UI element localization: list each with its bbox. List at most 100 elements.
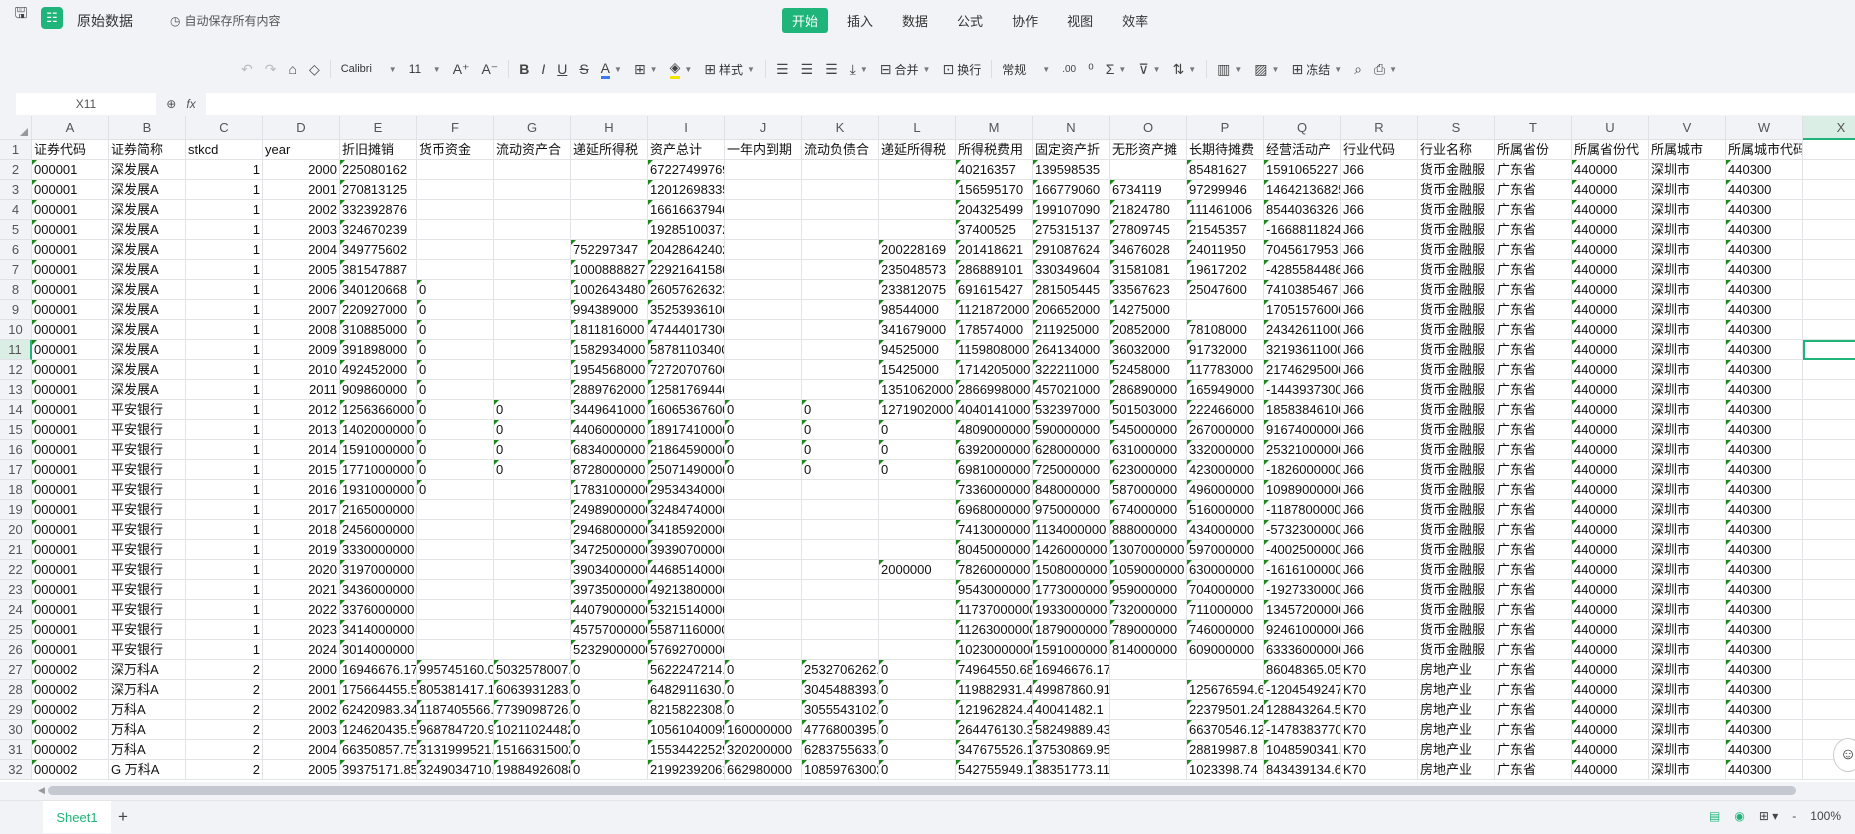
table-cell[interactable]: 1954568000 bbox=[571, 360, 648, 380]
zoom-out-button[interactable]: - bbox=[1792, 809, 1796, 823]
table-cell[interactable] bbox=[494, 640, 571, 660]
table-cell[interactable]: 平安银行 bbox=[109, 540, 186, 560]
table-cell[interactable]: 广东省 bbox=[1495, 680, 1572, 700]
column-header-s[interactable]: S bbox=[1418, 116, 1495, 140]
table-cell[interactable]: 货币金融服 bbox=[1418, 240, 1495, 260]
table-cell[interactable]: 深圳市 bbox=[1649, 700, 1726, 720]
table-cell[interactable]: 975000000 bbox=[1033, 500, 1110, 520]
table-cell[interactable]: 3131999521. bbox=[417, 740, 494, 760]
table-cell[interactable] bbox=[1803, 320, 1855, 340]
table-cell[interactable] bbox=[1803, 440, 1855, 460]
table-cell[interactable]: 440300 bbox=[1726, 700, 1803, 720]
table-cell[interactable]: 深圳市 bbox=[1649, 160, 1726, 180]
table-cell[interactable]: 91674000000 bbox=[1264, 420, 1341, 440]
table-cell[interactable]: 295343400000 bbox=[648, 480, 725, 500]
table-cell[interactable]: 62420983.34 bbox=[340, 700, 417, 720]
table-cell[interactable]: 6968000000 bbox=[956, 500, 1033, 520]
table-cell[interactable] bbox=[802, 180, 879, 200]
table-cell[interactable] bbox=[802, 280, 879, 300]
table-cell[interactable] bbox=[1110, 700, 1187, 720]
table-cell[interactable]: 平安银行 bbox=[109, 500, 186, 520]
table-cell[interactable]: 199107090 bbox=[1033, 200, 1110, 220]
table-cell[interactable]: 深圳市 bbox=[1649, 260, 1726, 280]
table-cell[interactable] bbox=[879, 220, 956, 240]
table-cell[interactable]: 66350857.75 bbox=[340, 740, 417, 760]
row-header-12[interactable]: 12 bbox=[0, 360, 32, 380]
row-header-19[interactable]: 19 bbox=[0, 500, 32, 520]
table-cell[interactable]: K70 bbox=[1341, 720, 1418, 740]
table-cell[interactable]: 深圳市 bbox=[1649, 580, 1726, 600]
table-cell[interactable]: 0 bbox=[725, 460, 802, 480]
table-cell[interactable]: 深圳市 bbox=[1649, 540, 1726, 560]
table-cell[interactable]: 平安银行 bbox=[109, 620, 186, 640]
table-cell[interactable]: 211925000 bbox=[1033, 320, 1110, 340]
table-cell[interactable]: 14275000 bbox=[1110, 300, 1187, 320]
table-cell[interactable]: 000001 bbox=[32, 520, 109, 540]
table-cell[interactable]: J66 bbox=[1341, 240, 1418, 260]
table-cell[interactable]: 587000000 bbox=[1110, 480, 1187, 500]
table-cell[interactable] bbox=[1110, 660, 1187, 680]
align-center-button[interactable]: ☰ bbox=[795, 56, 820, 82]
column-title-cell[interactable]: year bbox=[263, 140, 340, 160]
table-cell[interactable] bbox=[417, 240, 494, 260]
table-cell[interactable]: 9543000000 bbox=[956, 580, 1033, 600]
table-cell[interactable] bbox=[879, 200, 956, 220]
table-cell[interactable]: 平安银行 bbox=[109, 600, 186, 620]
table-cell[interactable]: 货币金融服 bbox=[1418, 620, 1495, 640]
table-cell[interactable]: J66 bbox=[1341, 340, 1418, 360]
table-cell[interactable]: 440300 bbox=[1726, 500, 1803, 520]
table-cell[interactable]: 0 bbox=[494, 460, 571, 480]
table-cell[interactable]: 货币金融服 bbox=[1418, 400, 1495, 420]
table-cell[interactable] bbox=[494, 540, 571, 560]
table-cell[interactable]: 1 bbox=[186, 420, 263, 440]
table-cell[interactable] bbox=[725, 220, 802, 240]
table-cell[interactable]: 000001 bbox=[32, 400, 109, 420]
table-cell[interactable]: 深圳市 bbox=[1649, 560, 1726, 580]
table-cell[interactable]: -18260000000 bbox=[1264, 460, 1341, 480]
bold-button[interactable]: B bbox=[513, 56, 535, 82]
table-cell[interactable]: 630000000 bbox=[1187, 560, 1264, 580]
table-cell[interactable]: 440000 bbox=[1572, 240, 1649, 260]
table-cell[interactable]: 4040141000 bbox=[956, 400, 1033, 420]
table-cell[interactable]: 000001 bbox=[32, 500, 109, 520]
table-cell[interactable]: 19617202 bbox=[1187, 260, 1264, 280]
table-cell[interactable]: K70 bbox=[1341, 660, 1418, 680]
table-cell[interactable] bbox=[494, 380, 571, 400]
increase-font-button[interactable]: A⁺ bbox=[447, 56, 476, 82]
table-cell[interactable]: 15166315002 bbox=[494, 740, 571, 760]
table-cell[interactable]: 广东省 bbox=[1495, 260, 1572, 280]
merge-button[interactable]: ⊟ 合并 ▼ bbox=[874, 56, 937, 82]
table-cell[interactable]: 2015 bbox=[263, 460, 340, 480]
table-cell[interactable]: 35253936100 bbox=[648, 300, 725, 320]
table-cell[interactable]: 704000000 bbox=[1187, 580, 1264, 600]
table-cell[interactable]: 111461006 bbox=[1187, 200, 1264, 220]
column-header-g[interactable]: G bbox=[494, 116, 571, 140]
table-cell[interactable]: K70 bbox=[1341, 740, 1418, 760]
vertical-align-button[interactable]: ⤓ ▼ bbox=[844, 56, 874, 82]
table-cell[interactable]: 440300 bbox=[1726, 680, 1803, 700]
table-cell[interactable]: 平安银行 bbox=[109, 400, 186, 420]
table-cell[interactable]: 2005 bbox=[263, 260, 340, 280]
table-cell[interactable]: J66 bbox=[1341, 460, 1418, 480]
table-cell[interactable]: 深发展A bbox=[109, 260, 186, 280]
column-title-cell[interactable]: 递延所得税 bbox=[879, 140, 956, 160]
table-cell[interactable]: 10859763002 bbox=[802, 760, 879, 780]
table-cell[interactable] bbox=[1803, 260, 1855, 280]
column-header-f[interactable]: F bbox=[417, 116, 494, 140]
table-cell[interactable]: 2024 bbox=[263, 640, 340, 660]
column-header-k[interactable]: K bbox=[802, 116, 879, 140]
table-cell[interactable]: 310885000 bbox=[340, 320, 417, 340]
table-cell[interactable]: 2008 bbox=[263, 320, 340, 340]
table-cell[interactable] bbox=[494, 200, 571, 220]
table-cell[interactable]: 492452000 bbox=[340, 360, 417, 380]
column-title-cell[interactable]: 证券简称 bbox=[109, 140, 186, 160]
table-cell[interactable] bbox=[1803, 660, 1855, 680]
zoom-formula-icon[interactable]: ⊕ bbox=[166, 97, 176, 111]
table-cell[interactable]: 2012 bbox=[263, 400, 340, 420]
table-cell[interactable]: 28819987.8 bbox=[1187, 740, 1264, 760]
table-cell[interactable]: 1 bbox=[186, 240, 263, 260]
table-cell[interactable]: 2011 bbox=[263, 380, 340, 400]
table-cell[interactable]: 440000 bbox=[1572, 480, 1649, 500]
table-cell[interactable] bbox=[879, 620, 956, 640]
table-cell[interactable]: 2019 bbox=[263, 540, 340, 560]
